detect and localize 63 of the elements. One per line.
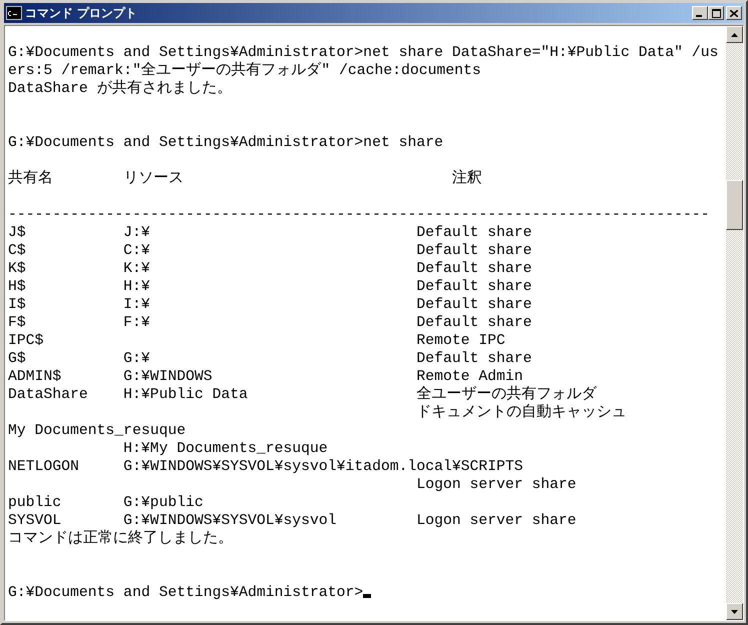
table-cell: H:¥ (123, 279, 150, 295)
text-cursor (363, 594, 372, 598)
table-cell: Default share (416, 243, 532, 259)
scrollbar-thumb[interactable] (726, 180, 743, 230)
table-cell: SYSVOL (8, 513, 62, 529)
console-text: ers:5 /remark:"全ユーザーの共有フォルダ" /cache:documents (8, 63, 482, 79)
table-cell: Logon server share (416, 477, 576, 493)
table-cell: ADMIN$ (8, 369, 62, 385)
maximize-icon (712, 8, 720, 18)
table-cell: I:¥ (123, 297, 150, 313)
table-cell: Default share (416, 225, 532, 241)
window-title: コマンド プロンプト (25, 4, 138, 22)
table-cell: Default share (416, 261, 532, 277)
console-icon (6, 6, 22, 20)
scroll-down-button[interactable] (726, 603, 743, 620)
table-cell: ドキュメントの自動キャッシュ (416, 405, 626, 421)
command-prompt: G:¥Documents and Settings¥Administrator> (8, 585, 364, 601)
console-text: My Documents_resuque (8, 423, 186, 439)
table-cell: H:¥Public Data (123, 387, 248, 403)
table-cell: F:¥ (123, 315, 150, 331)
down-arrow-icon (731, 610, 738, 614)
table-cell: H:¥My Documents_resuque (123, 441, 328, 457)
table-cell: C:¥ (123, 243, 150, 259)
table-cell: IPC$ (8, 333, 44, 349)
table-cell: Default share (416, 279, 532, 295)
table-cell: Remote Admin (416, 369, 523, 385)
console-text: G:¥Documents and Settings¥Administrator>net share DataShare="H:¥Public Data" /us (8, 45, 718, 61)
table-cell: G:¥public (123, 495, 204, 511)
table-cell: J:¥ (123, 225, 150, 241)
console-text: G:¥Documents and Settings¥Administrator>net share (8, 135, 444, 151)
close-button[interactable] (726, 6, 742, 20)
table-cell: 全ユーザーの共有フォルダ (416, 387, 596, 403)
up-arrow-icon (731, 32, 738, 36)
table-cell: K:¥ (123, 261, 150, 277)
minimize-button[interactable] (692, 6, 708, 20)
table-cell: G$ (8, 351, 26, 367)
table-cell: F$ (8, 315, 26, 331)
maximize-button[interactable] (708, 6, 724, 20)
table-cell: public (8, 495, 62, 511)
column-header: 共有名 (8, 171, 53, 187)
vertical-scrollbar[interactable] (726, 26, 743, 620)
console-text: NETLOGON G:¥WINDOWS¥SYSVOL¥sysvol¥itadom.local¥SCRIPTS (8, 459, 524, 475)
dashed-rule: ------------------------------------------------------------------------------- (8, 207, 710, 223)
table-cell: H$ (8, 279, 26, 295)
table-cell: C$ (8, 243, 26, 259)
table-cell: Default share (416, 351, 532, 367)
table-cell: DataShare (8, 387, 88, 403)
scroll-up-button[interactable] (726, 26, 743, 43)
table-cell: G:¥WINDOWS¥SYSVOL¥sysvol (123, 513, 337, 529)
console-text: コマンドは正常に終了しました。 (8, 531, 233, 547)
column-header: リソース (123, 171, 184, 187)
table-cell: G:¥WINDOWS (123, 369, 212, 385)
console-text: DataShare が共有されました。 (8, 81, 232, 97)
table-cell: K$ (8, 261, 26, 277)
close-icon (730, 10, 738, 16)
table-cell: Default share (416, 315, 532, 331)
table-cell: Remote IPC (416, 333, 506, 349)
table-cell: Logon server share (416, 513, 576, 529)
table-cell: J$ (8, 225, 26, 241)
table-cell: Default share (416, 297, 532, 313)
column-header: 注釈 (452, 171, 482, 187)
table-cell: I$ (8, 297, 26, 313)
table-cell: G:¥ (123, 351, 150, 367)
